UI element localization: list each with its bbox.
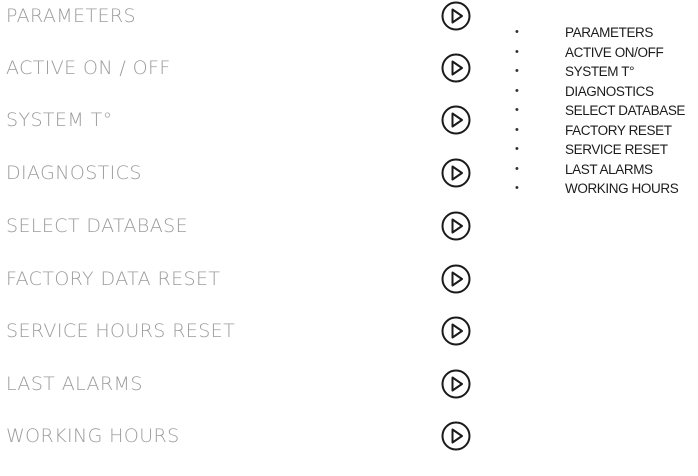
bullet-icon: • [515, 123, 519, 136]
menu-item-label: ACTIVE ON / OFF [6, 57, 171, 79]
menu-item-working-hours[interactable]: WORKING HOURS [0, 420, 480, 456]
bullet-icon: • [515, 65, 519, 77]
bullet-icon: • [515, 162, 519, 175]
menu-item-system-temperature[interactable]: SYSTEM T° [0, 104, 480, 140]
menu-item-label: PARAMETERS [6, 5, 136, 27]
bullet-icon: • [515, 104, 519, 116]
play-circle-icon[interactable] [440, 104, 472, 136]
list-item: • SERVICE RESET [510, 140, 685, 160]
list-item: • WORKING HOURS [510, 179, 685, 199]
list-item: • DIAGNOSTICS [510, 82, 685, 102]
list-item: • LAST ALARMS [510, 160, 685, 180]
list-item-label: PARAMETERS [565, 25, 654, 40]
list-item-label: LAST ALARMS [565, 161, 653, 177]
play-circle-icon[interactable] [440, 263, 472, 295]
menu-item-label: DIAGNOSTICS [6, 162, 142, 184]
list-item: • ACTIVE ON/OFF [510, 43, 685, 63]
menu-item-factory-data-reset[interactable]: FACTORY DATA RESET [0, 263, 480, 299]
list-item: • PARAMETERS [510, 23, 685, 43]
list-item-label: SYSTEM T° [565, 64, 635, 79]
menu-item-label: LAST ALARMS [6, 373, 143, 395]
bullet-icon: • [515, 143, 519, 155]
menu-item-parameters[interactable]: PARAMETERS [0, 0, 480, 36]
play-circle-icon[interactable] [440, 420, 472, 452]
play-circle-icon[interactable] [440, 368, 472, 400]
bullet-icon: • [515, 84, 519, 97]
menu-item-label: WORKING HOURS [6, 425, 180, 447]
menu-item-diagnostics[interactable]: DIAGNOSTICS [0, 157, 480, 193]
play-circle-icon[interactable] [440, 52, 472, 84]
menu-item-label: SYSTEM T° [6, 109, 113, 131]
play-circle-icon[interactable] [440, 315, 472, 347]
menu-item-active-on-off[interactable]: ACTIVE ON / OFF [0, 52, 480, 88]
bullet-icon: • [515, 45, 519, 58]
menu-item-label: FACTORY DATA RESET [6, 268, 221, 290]
list-item-label: ACTIVE ON/OFF [565, 44, 664, 60]
bullet-icon: • [515, 26, 519, 38]
menu-item-select-database[interactable]: SELECT DATABASE [0, 210, 480, 246]
menu-list: PARAMETERS ACTIVE ON / OFF SYSTEM T° DIA… [0, 0, 480, 476]
list-item-label: SELECT DATABASE [565, 103, 686, 118]
summary-bullet-list: • PARAMETERS • ACTIVE ON/OFF • SYSTEM T° • D… [510, 23, 685, 199]
list-item: • FACTORY RESET [510, 121, 685, 141]
menu-item-label: SERVICE HOURS RESET [6, 320, 236, 342]
menu-item-last-alarms[interactable]: LAST ALARMS [0, 368, 480, 404]
list-item: • SELECT DATABASE [510, 101, 685, 121]
list-item: • SYSTEM T° [510, 62, 685, 82]
play-circle-icon[interactable] [440, 0, 472, 32]
play-circle-icon[interactable] [440, 210, 472, 242]
list-item-label: FACTORY RESET [565, 122, 672, 138]
list-item-label: WORKING HOURS [565, 181, 679, 196]
list-item-label: DIAGNOSTICS [565, 83, 654, 99]
menu-item-label: SELECT DATABASE [6, 215, 189, 237]
bullet-icon: • [515, 182, 519, 194]
play-circle-icon[interactable] [440, 157, 472, 189]
list-item-label: SERVICE RESET [565, 142, 668, 157]
menu-item-service-hours-reset[interactable]: SERVICE HOURS RESET [0, 315, 480, 351]
